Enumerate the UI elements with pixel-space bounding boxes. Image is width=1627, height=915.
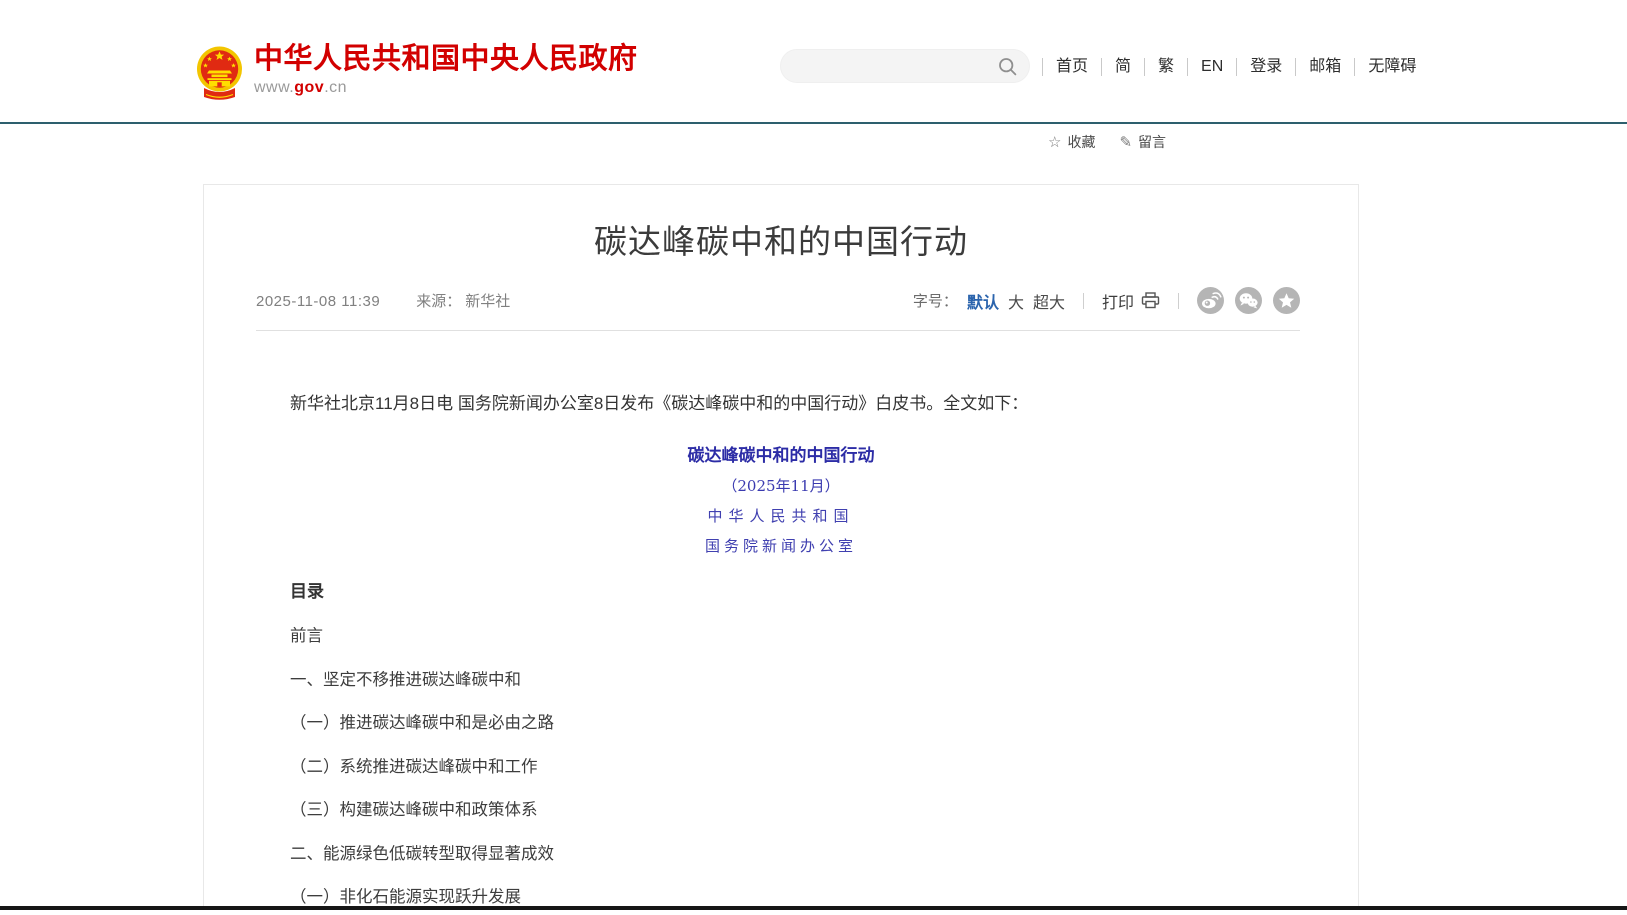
- site-url-cn: .cn: [324, 79, 347, 96]
- print-label: 打印: [1102, 289, 1134, 313]
- weibo-share-icon[interactable]: [1197, 287, 1224, 314]
- lead-paragraph: 新华社北京11月8日电 国务院新闻办公室8日发布《碳达峰碳中和的中国行动》白皮书…: [290, 391, 1298, 417]
- toc-item: 二、能源绿色低碳转型取得显著成效: [290, 846, 1298, 863]
- toc-item: （一）推进碳达峰碳中和是必由之路: [290, 715, 1298, 732]
- toc-item: 前言: [290, 628, 1298, 645]
- viewport-bottom-edge: [0, 906, 1627, 910]
- publish-datetime: 2025-11-08 11:39: [256, 293, 380, 310]
- document-issuer-country: 中华人民共和国: [204, 505, 1358, 526]
- star-share-icon[interactable]: [1273, 287, 1300, 314]
- table-of-contents: 目录 前言 一、坚定不移推进碳达峰碳中和 （一）推进碳达峰碳中和是必由之路 （二…: [290, 577, 1298, 915]
- document-date: （2025年11月）: [204, 475, 1358, 496]
- article-card: 碳达峰碳中和的中国行动 2025-11-08 11:39 来源： 新华社 字号：…: [203, 184, 1359, 915]
- nav-link[interactable]: EN: [1187, 58, 1236, 76]
- nav-link[interactable]: 邮箱: [1295, 58, 1354, 76]
- article-meta-right: 字号： 默认 大 超大 打印: [913, 287, 1300, 314]
- browser-page: 中华人民共和国中央人民政府 www.gov.cn 首页 简 繁 EN 登录: [0, 0, 1627, 915]
- page-actions: ☆ 收藏 ✎ 留言: [1048, 132, 1166, 152]
- favorite-label: 收藏: [1067, 132, 1095, 152]
- toc-item: （一）非化石能源实现跃升发展: [290, 889, 1298, 906]
- site-url-gov: gov: [294, 79, 324, 96]
- share-icons: [1197, 287, 1300, 314]
- star-outline-icon: ☆: [1048, 135, 1061, 150]
- site-header: 中华人民共和国中央人民政府 www.gov.cn 首页 简 繁 EN 登录: [0, 0, 1627, 122]
- printer-icon: [1141, 292, 1160, 309]
- document-issuer-office: 国务院新闻办公室: [204, 535, 1358, 556]
- search-icon[interactable]: [998, 57, 1018, 77]
- site-logo[interactable]: 中华人民共和国中央人民政府 www.gov.cn: [196, 44, 638, 101]
- toc-item: （三）构建碳达峰碳中和政策体系: [290, 802, 1298, 819]
- source-label: 来源：: [416, 290, 461, 311]
- toc-item: 一、坚定不移推进碳达峰碳中和: [290, 672, 1298, 689]
- nav-link[interactable]: 首页: [1042, 58, 1101, 76]
- nav-link[interactable]: 登录: [1236, 58, 1295, 76]
- article-meta-row: 2025-11-08 11:39 来源： 新华社 字号： 默认 大 超大 打印: [256, 287, 1300, 331]
- pencil-icon: ✎: [1119, 135, 1132, 150]
- nav-link[interactable]: 繁: [1144, 58, 1187, 76]
- top-nav: 首页 简 繁 EN 登录 邮箱 无障碍: [1042, 55, 1429, 79]
- national-emblem-icon: [196, 44, 243, 101]
- search-box: [780, 49, 1030, 83]
- wechat-share-icon[interactable]: [1235, 287, 1262, 314]
- viewport-bottom-gap: [0, 910, 1627, 915]
- separator: [1083, 293, 1084, 309]
- site-title: 中华人民共和国中央人民政府: [254, 44, 638, 76]
- header-divider: [0, 122, 1627, 124]
- favorite-button[interactable]: ☆ 收藏: [1048, 132, 1095, 152]
- search-input[interactable]: [795, 50, 990, 82]
- logo-text: 中华人民共和国中央人民政府 www.gov.cn: [254, 44, 638, 97]
- document-title: 碳达峰碳中和的中国行动: [204, 441, 1358, 466]
- fontsize-default-button[interactable]: 默认: [967, 289, 999, 313]
- toc-list: 前言 一、坚定不移推进碳达峰碳中和 （一）推进碳达峰碳中和是必由之路 （二）系统…: [290, 628, 1298, 906]
- article-title: 碳达峰碳中和的中国行动: [204, 215, 1358, 263]
- toc-heading: 目录: [290, 577, 1298, 602]
- nav-link[interactable]: 简: [1101, 58, 1144, 76]
- nav-link[interactable]: 无障碍: [1354, 58, 1429, 76]
- fontsize-label: 字号：: [913, 290, 958, 311]
- separator: [1178, 293, 1179, 309]
- message-label: 留言: [1138, 132, 1166, 152]
- print-button[interactable]: 打印: [1102, 289, 1160, 313]
- toc-item: （二）系统推进碳达峰碳中和工作: [290, 759, 1298, 776]
- site-url: www.gov.cn: [254, 79, 638, 97]
- article-meta-left: 2025-11-08 11:39 来源： 新华社: [256, 290, 510, 311]
- message-button[interactable]: ✎ 留言: [1119, 132, 1166, 152]
- source-name[interactable]: 新华社: [465, 290, 510, 311]
- fontsize-xlarge-button[interactable]: 超大: [1033, 289, 1065, 313]
- fontsize-large-button[interactable]: 大: [1008, 289, 1024, 313]
- site-url-www: www.: [254, 79, 294, 96]
